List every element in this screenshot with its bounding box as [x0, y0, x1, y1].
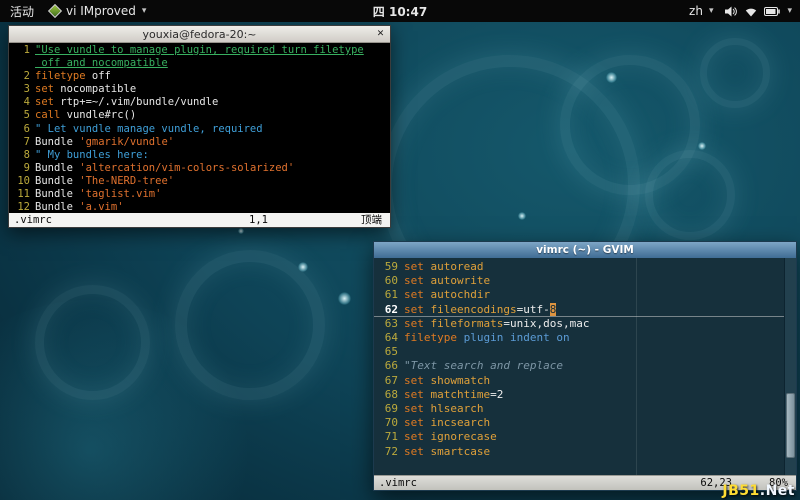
- wallpaper-decoration: [238, 228, 244, 234]
- line-number: 4: [9, 96, 35, 109]
- wallpaper-decoration: [606, 72, 617, 83]
- wallpaper-decoration: [700, 38, 770, 108]
- vim-line: 70set incsearch: [374, 416, 784, 430]
- line-number: 1: [9, 44, 35, 57]
- line-number: 11: [9, 188, 35, 201]
- vim-line: 8" My bundles here:: [9, 149, 390, 162]
- vim-app-icon: [48, 4, 62, 18]
- line-number: 5: [9, 109, 35, 122]
- vim-line: 1"Use vundle to manage plugin, required …: [9, 44, 390, 57]
- app-menu[interactable]: vi IMproved ▾: [50, 4, 146, 18]
- statusline-filename: .vimrc: [379, 476, 417, 490]
- wallpaper-decoration: [645, 150, 735, 240]
- line-number: 66: [374, 359, 404, 373]
- line-number: 72: [374, 445, 404, 459]
- vim-line: 11Bundle 'taglist.vim': [9, 188, 390, 201]
- statusline-cursor-position: 1,1: [249, 213, 268, 227]
- vim-line: 6" Let vundle manage vundle, required: [9, 123, 390, 136]
- terminal-vim-statusline: .vimrc 1,1 顶端: [9, 213, 390, 227]
- line-number: 9: [9, 162, 35, 175]
- vim-line: 64filetype plugin indent on: [374, 331, 784, 345]
- vim-line: 2filetype off: [9, 70, 390, 83]
- vim-line: 72set smartcase: [374, 445, 784, 459]
- chevron-down-icon: ▾: [709, 6, 714, 16]
- line-number: 64: [374, 331, 404, 345]
- chevron-down-icon: ▾: [142, 6, 147, 16]
- vim-line: 59set autoread: [374, 260, 784, 274]
- vim-line: off and nocompatible: [9, 57, 390, 70]
- line-number: [9, 57, 35, 70]
- activities-button[interactable]: 活动: [10, 3, 34, 20]
- vim-line: 61set autochdir: [374, 288, 784, 302]
- line-number: 62: [374, 303, 404, 317]
- watermark-part2: .Net: [760, 483, 795, 499]
- gvim-titlebar[interactable]: vimrc (~) - GVIM: [374, 242, 796, 258]
- vim-line: 7Bundle 'gmarik/vundle': [9, 136, 390, 149]
- close-icon[interactable]: ✕: [374, 28, 387, 41]
- wallpaper-decoration: [175, 250, 325, 400]
- line-number: 6: [9, 123, 35, 136]
- vim-line: 4set rtp+=~/.vim/bundle/vundle: [9, 96, 390, 109]
- terminal-vim-text-area[interactable]: 1"Use vundle to manage plugin, required …: [9, 43, 390, 213]
- gvim-text-area[interactable]: 59set autoread60set autowrite61set autoc…: [374, 258, 784, 475]
- vim-line: 12Bundle 'a.vim': [9, 201, 390, 213]
- terminal-titlebar[interactable]: youxia@fedora-20:~ ✕: [9, 26, 390, 43]
- vim-line: 60set autowrite: [374, 274, 784, 288]
- wallpaper-decoration: [518, 212, 526, 220]
- terminal-window: youxia@fedora-20:~ ✕ 1"Use vundle to man…: [8, 25, 391, 228]
- volume-icon: [725, 6, 738, 17]
- clock[interactable]: 四 10:47: [373, 3, 427, 20]
- line-number: 12: [9, 201, 35, 213]
- vim-line: 67set showmatch: [374, 374, 784, 388]
- wallpaper-decoration: [35, 285, 150, 400]
- top-bar: 活动 vi IMproved ▾ 四 10:47 zh ▾: [0, 0, 800, 22]
- line-number: 68: [374, 388, 404, 402]
- statusline-scroll-indicator: 顶端: [361, 213, 382, 227]
- line-number: 65: [374, 345, 404, 359]
- vim-line: 10Bundle 'The-NERD-tree': [9, 175, 390, 188]
- app-menu-label: vi IMproved: [66, 4, 136, 18]
- statusline-filename: .vimrc: [14, 213, 52, 227]
- wallpaper-decoration: [698, 142, 706, 150]
- battery-icon: [764, 7, 780, 16]
- wallpaper-decoration: [338, 292, 351, 305]
- line-number: 70: [374, 416, 404, 430]
- vim-line: 9Bundle 'altercation/vim-colors-solarize…: [9, 162, 390, 175]
- terminal-title: youxia@fedora-20:~: [142, 28, 256, 41]
- scrollbar-thumb[interactable]: [786, 393, 795, 458]
- network-icon: [745, 6, 757, 17]
- line-number: 59: [374, 260, 404, 274]
- line-number: 8: [9, 149, 35, 162]
- gvim-window: vimrc (~) - GVIM 59set autoread60set aut…: [373, 241, 797, 491]
- chevron-down-icon: ▾: [787, 6, 792, 16]
- wallpaper-decoration: [298, 262, 308, 272]
- gvim-title: vimrc (~) - GVIM: [536, 244, 634, 256]
- scrollbar[interactable]: [784, 258, 796, 475]
- line-number: 10: [9, 175, 35, 188]
- vim-line: 69set hlsearch: [374, 402, 784, 416]
- vim-line: 63set fileformats=unix,dos,mac: [374, 317, 784, 331]
- line-number: 63: [374, 317, 404, 331]
- watermark: JB51.Net: [722, 483, 795, 499]
- line-number: 69: [374, 402, 404, 416]
- desktop: 活动 vi IMproved ▾ 四 10:47 zh ▾: [0, 0, 800, 500]
- watermark-part1: JB51: [722, 483, 759, 499]
- input-method-label: zh: [689, 4, 703, 18]
- line-number: 60: [374, 274, 404, 288]
- line-number: 67: [374, 374, 404, 388]
- vim-line: 65: [374, 345, 784, 359]
- line-number: 61: [374, 288, 404, 302]
- vim-line: 68set matchtime=2: [374, 388, 784, 402]
- vim-line: 5call vundle#rc(): [9, 109, 390, 122]
- vim-line: 71set ignorecase: [374, 430, 784, 444]
- vim-line: 3set nocompatible: [9, 83, 390, 96]
- line-number: 3: [9, 83, 35, 96]
- line-number: 71: [374, 430, 404, 444]
- line-number: 2: [9, 70, 35, 83]
- input-method-indicator[interactable]: zh ▾: [689, 4, 713, 18]
- vim-line: 62set fileencodings=utf-8: [374, 303, 784, 317]
- vim-line: 66"Text search and replace: [374, 359, 784, 373]
- system-status-area[interactable]: ▾: [725, 6, 792, 17]
- line-number: 7: [9, 136, 35, 149]
